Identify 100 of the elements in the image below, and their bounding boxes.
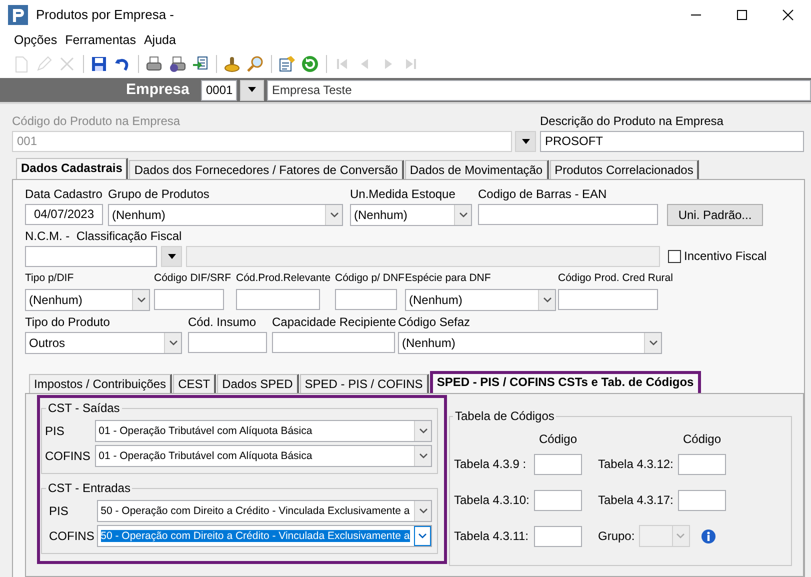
input-field[interactable] — [678, 454, 726, 474]
button[interactable]: Uni. Padrão... — [667, 204, 763, 226]
dropdown-button[interactable] — [515, 131, 536, 152]
field-label: Espécie para DNF — [405, 272, 492, 286]
input-field[interactable]: PROSOFT — [540, 131, 804, 152]
combo-box[interactable]: 50 - Operação com Direito a Crédito - Vinculada Exclusivamente a — [96, 500, 432, 522]
field-label: Código do Produto na Empresa — [12, 114, 182, 130]
checkbox-label: Incentivo Fiscal — [684, 249, 767, 264]
chevron-down-icon[interactable] — [330, 212, 338, 218]
input-field[interactable] — [335, 289, 397, 310]
input-field[interactable] — [154, 289, 224, 310]
tab[interactable]: Dados dos Fornecedores / Fatores de Conversão — [129, 160, 404, 179]
field-label: Descrição do Produto na Empresa — [540, 114, 724, 130]
field-label: Grupo: — [598, 528, 635, 544]
input-field[interactable] — [534, 526, 582, 546]
chevron-down-icon[interactable] — [458, 212, 468, 218]
app-icon — [8, 5, 28, 25]
field-label: PIS — [45, 424, 66, 438]
field-label: Data Cadastro — [25, 187, 103, 203]
search-icon[interactable] — [246, 55, 264, 73]
field-label: Tipo p/DIF — [25, 272, 75, 286]
menu-item[interactable]: Ferramentas — [61, 32, 140, 48]
field-label: Código Prod. Cred Rural — [558, 272, 674, 286]
field-label: Código DIF/SRF — [154, 272, 232, 286]
combo-box[interactable]: (Nenhum) — [398, 332, 662, 354]
menu-item[interactable]: Opções — [10, 32, 62, 48]
caret-down-icon[interactable] — [166, 254, 176, 260]
chevron-down-icon[interactable] — [168, 340, 178, 346]
menu-item[interactable]: Ajuda — [140, 32, 180, 48]
field-label: N.C.M. - Classificação Fiscal — [25, 229, 183, 245]
chevron-down-icon[interactable] — [542, 297, 552, 303]
field-label: Codigo de Barras - EAN — [478, 187, 608, 203]
group-title: CST - Saídas — [46, 401, 122, 416]
combo-box[interactable]: (Nenhum) — [405, 289, 556, 311]
combo-box[interactable]: 01 - Operação Tributável com Alíquota Básica — [94, 420, 432, 442]
close-icon[interactable] — [780, 7, 796, 23]
input-field[interactable] — [236, 289, 320, 310]
field-label: Cód. Insumo — [188, 315, 258, 331]
chevron-down-icon[interactable] — [418, 508, 428, 514]
field-label: Tipo do Produto — [25, 315, 111, 331]
group-title: Tabela de Códigos — [453, 409, 556, 424]
input-field[interactable]: 0001 — [201, 80, 237, 100]
tab[interactable]: Dados de Movimentação — [404, 160, 549, 179]
input-field[interactable] — [25, 246, 157, 267]
tab[interactable]: Dados Cadastrais — [16, 158, 128, 179]
field-label: Cód.Prod.Relevante — [236, 272, 332, 286]
date-field[interactable]: 04/07/2023 — [25, 204, 103, 225]
chevron-down-icon[interactable] — [648, 340, 658, 346]
tab[interactable]: Impostos / Contribuições — [29, 374, 172, 393]
chevron-down-icon[interactable] — [136, 297, 146, 303]
group-title: CST - Entradas — [46, 481, 132, 496]
input-field[interactable] — [478, 204, 658, 225]
tab[interactable]: Produtos Correlacionados — [550, 160, 700, 179]
dropdown-button[interactable] — [240, 80, 264, 100]
tab[interactable]: SPED - PIS / COFINS — [300, 374, 429, 393]
field-label: Tabela 4.3.11: — [454, 528, 530, 544]
column-header: Código — [538, 432, 578, 446]
combo-box[interactable]: (Nenhum) — [350, 204, 472, 226]
maximize-icon[interactable] — [734, 7, 750, 23]
window-title: Produtos por Empresa - — [36, 7, 174, 23]
input-field[interactable] — [534, 454, 582, 474]
input-field[interactable] — [272, 332, 395, 353]
field-label: PIS — [48, 504, 70, 518]
combo-box[interactable]: 50 - Operação com Direito a Crédito - Vinculada Exclusivamente a — [96, 525, 432, 547]
field-label: Tabela 4.3.10: — [454, 492, 530, 508]
field-label: Tabela 4.3.17: — [598, 492, 674, 508]
document-icon[interactable] — [278, 55, 296, 73]
tab[interactable]: CEST — [173, 374, 216, 393]
chevron-down-icon[interactable] — [418, 533, 427, 539]
field-label: Empresa — [126, 81, 190, 99]
tab[interactable]: Dados SPED — [217, 374, 299, 393]
field-label: Un.Medida Estoque — [350, 187, 456, 203]
stamp-icon[interactable] — [223, 55, 241, 73]
combo-box[interactable]: 01 - Operação Tributável com Alíquota Básica — [94, 445, 432, 467]
field-label: Tabela 4.3.12: — [598, 456, 674, 472]
field-label: Código Sefaz — [398, 315, 472, 331]
input-field[interactable] — [534, 490, 582, 510]
tab[interactable]: SPED - PIS / COFINS CSTs e Tab. de Códigos — [430, 371, 701, 393]
printer-gear-icon[interactable] — [168, 55, 186, 73]
combo-box[interactable]: (Nenhum) — [25, 289, 150, 311]
dropdown-button[interactable] — [161, 246, 182, 267]
field-label: Capacidade Recipiente — [272, 315, 395, 331]
caret-down-icon[interactable] — [247, 87, 257, 93]
chevron-down-icon[interactable] — [418, 453, 428, 459]
field-label: Código p/ DNF — [335, 272, 403, 286]
combo-box[interactable]: (Nenhum) — [108, 204, 343, 226]
field-label: Grupo de Produtos — [108, 187, 210, 203]
input-field[interactable]: Empresa Teste — [267, 80, 811, 100]
field-label: COFINS — [48, 528, 95, 544]
printer-icon[interactable] — [145, 55, 163, 73]
field-label: COFINS — [45, 448, 92, 464]
input-field[interactable] — [188, 332, 267, 353]
chevron-down-icon[interactable] — [418, 428, 428, 434]
refresh-icon[interactable] — [301, 55, 319, 73]
caret-down-icon[interactable] — [520, 138, 530, 144]
column-header: Código — [682, 432, 722, 446]
input-field[interactable] — [678, 490, 726, 510]
combo-box[interactable]: Outros — [25, 332, 182, 354]
input-field[interactable] — [558, 289, 658, 310]
checkbox[interactable] — [668, 250, 681, 263]
